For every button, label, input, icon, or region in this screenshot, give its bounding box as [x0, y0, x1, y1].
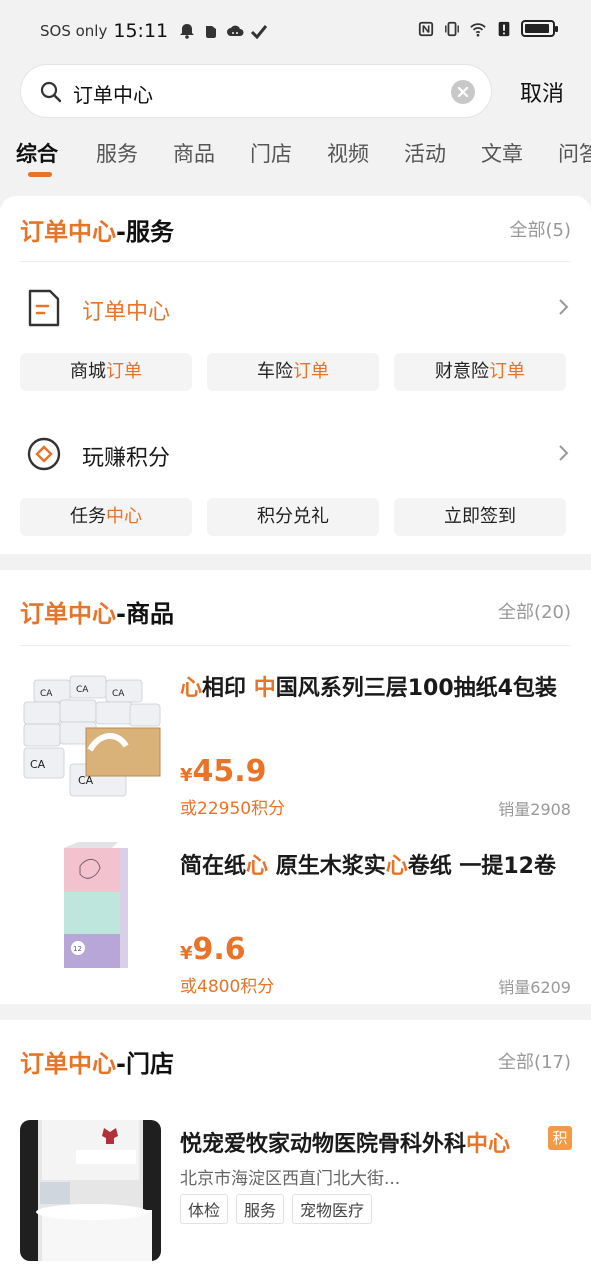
service-order-center[interactable]: 订单中心	[20, 278, 571, 338]
service-earn-points[interactable]: 玩赚积分	[20, 424, 571, 484]
toilet-paper-image: 12	[20, 836, 162, 978]
search-input[interactable]: 订单中心	[20, 64, 492, 118]
store-item[interactable]: 悦宠爱牧家动物医院骨科外科中心 积 北京市海淀区西直门北大街... 体检 服务 …	[0, 1120, 591, 1270]
active-tab-indicator	[28, 172, 52, 177]
chip-redeem-gifts[interactable]: 积分兑礼	[207, 498, 379, 536]
service-name: 订单中心	[82, 300, 171, 325]
product-item[interactable]: 12 简在纸心 原生木浆实心卷纸 一提12卷 ¥9.6 或4800积分 销量62…	[0, 836, 591, 1011]
stores-card: 订单中心-门店 全部(17) 悦宠爱牧家动物医院骨科外科中心 积 北京市海淀区西…	[0, 1020, 591, 1280]
product-price: ¥9.6	[180, 932, 246, 967]
service-name: 玩赚积分	[82, 446, 171, 471]
alert-icon	[498, 21, 510, 36]
tab-videos[interactable]: 视频	[327, 138, 369, 168]
cancel-button[interactable]: 取消	[520, 76, 564, 108]
tab-qa[interactable]: 问答	[558, 138, 591, 168]
clock: 15:11	[113, 20, 169, 42]
product-item[interactable]: CA CA CA CA CA 心相印 中国风系列三层100抽纸4包装 ¥45.9 或22…	[0, 658, 591, 833]
store-tags: 体检 服务 宠物医疗	[180, 1194, 373, 1224]
chevron-right-icon	[559, 445, 569, 461]
chip-task-center[interactable]: 任务中心	[20, 498, 192, 536]
sos-status: SOS only	[40, 22, 108, 40]
document-icon	[28, 289, 60, 327]
svg-text:CA: CA	[78, 774, 94, 787]
section-title: 订单中心-服务	[20, 218, 174, 246]
chip-sign-in[interactable]: 立即签到	[394, 498, 566, 536]
search-icon	[40, 81, 62, 103]
svg-text:12: 12	[73, 945, 82, 953]
battery-icon	[521, 20, 558, 37]
vibrate-icon	[445, 21, 459, 36]
tab-activities[interactable]: 活动	[404, 138, 446, 168]
nfc-icon	[418, 21, 434, 36]
diamond-coin-icon	[27, 437, 61, 471]
view-all-stores[interactable]: 全部(17)	[498, 1048, 571, 1074]
store-tag: 宠物医疗	[292, 1194, 373, 1224]
points-badge: 积	[548, 1126, 572, 1150]
products-card: 订单中心-商品 全部(20) CA CA CA CA CA 心相印 中国风系列三层100…	[0, 570, 591, 1004]
product-points: 或22950积分	[180, 799, 286, 819]
store-tag: 体检	[180, 1194, 229, 1224]
chevron-right-icon	[559, 299, 569, 315]
section-title: 订单中心-门店	[20, 1050, 174, 1078]
store-photo	[20, 1120, 161, 1261]
wifi-icon	[470, 22, 486, 37]
services-card: 订单中心-服务 全部(5) 订单中心 商城订单 车险订单 财意险订单 玩赚积分 …	[0, 196, 591, 554]
view-all-services[interactable]: 全部(5)	[510, 216, 572, 242]
product-price: ¥45.9	[180, 754, 267, 789]
svg-text:CA: CA	[30, 758, 46, 771]
chip-car-insurance-orders[interactable]: 车险订单	[207, 353, 379, 391]
tab-stores[interactable]: 门店	[250, 138, 292, 168]
tab-all[interactable]: 综合	[16, 138, 58, 168]
stores-header: 订单中心-门店 全部(17)	[20, 1020, 571, 1096]
chip-property-insurance-orders[interactable]: 财意险订单	[394, 353, 566, 391]
points-chips: 任务中心 积分兑礼 立即签到	[20, 498, 566, 536]
clear-icon[interactable]	[451, 80, 475, 104]
cloud-icon	[227, 25, 244, 36]
product-points: 或4800积分	[180, 977, 275, 997]
services-header: 订单中心-服务 全部(5)	[20, 196, 571, 262]
status-bar: SOS only 15:11	[0, 0, 591, 62]
tab-bar: 综合 服务 商品 门店 视频 活动 文章 问答	[0, 134, 591, 182]
bell-icon	[180, 24, 195, 39]
svg-text:CA: CA	[112, 689, 125, 699]
chip-mall-orders[interactable]: 商城订单	[20, 353, 192, 391]
search-row: 订单中心 取消	[0, 62, 591, 120]
tab-services[interactable]: 服务	[96, 138, 138, 168]
order-chips: 商城订单 车险订单 财意险订单	[20, 353, 566, 391]
app-check-icon	[251, 25, 268, 39]
search-query: 订单中心	[73, 83, 153, 107]
svg-text:CA: CA	[76, 685, 89, 695]
product-title: 心相印 中国风系列三层100抽纸4包装	[180, 676, 557, 701]
view-all-products[interactable]: 全部(20)	[498, 598, 571, 624]
store-tag: 服务	[236, 1194, 285, 1224]
product-title: 简在纸心 原生木浆实心卷纸 一提12卷	[180, 854, 556, 879]
product-sales: 销量2908	[498, 800, 571, 819]
tissue-pack-image: CA CA CA CA CA	[20, 658, 162, 800]
store-address: 北京市海淀区西直门北大街...	[180, 1169, 401, 1189]
evernote-icon	[206, 26, 217, 38]
product-sales: 销量6209	[498, 978, 571, 997]
products-header: 订单中心-商品 全部(20)	[20, 570, 571, 646]
section-title: 订单中心-商品	[20, 600, 174, 628]
svg-text:CA: CA	[40, 689, 53, 699]
tab-products[interactable]: 商品	[173, 138, 215, 168]
tab-articles[interactable]: 文章	[481, 138, 523, 168]
store-name: 悦宠爱牧家动物医院骨科外科中心	[180, 1132, 511, 1157]
